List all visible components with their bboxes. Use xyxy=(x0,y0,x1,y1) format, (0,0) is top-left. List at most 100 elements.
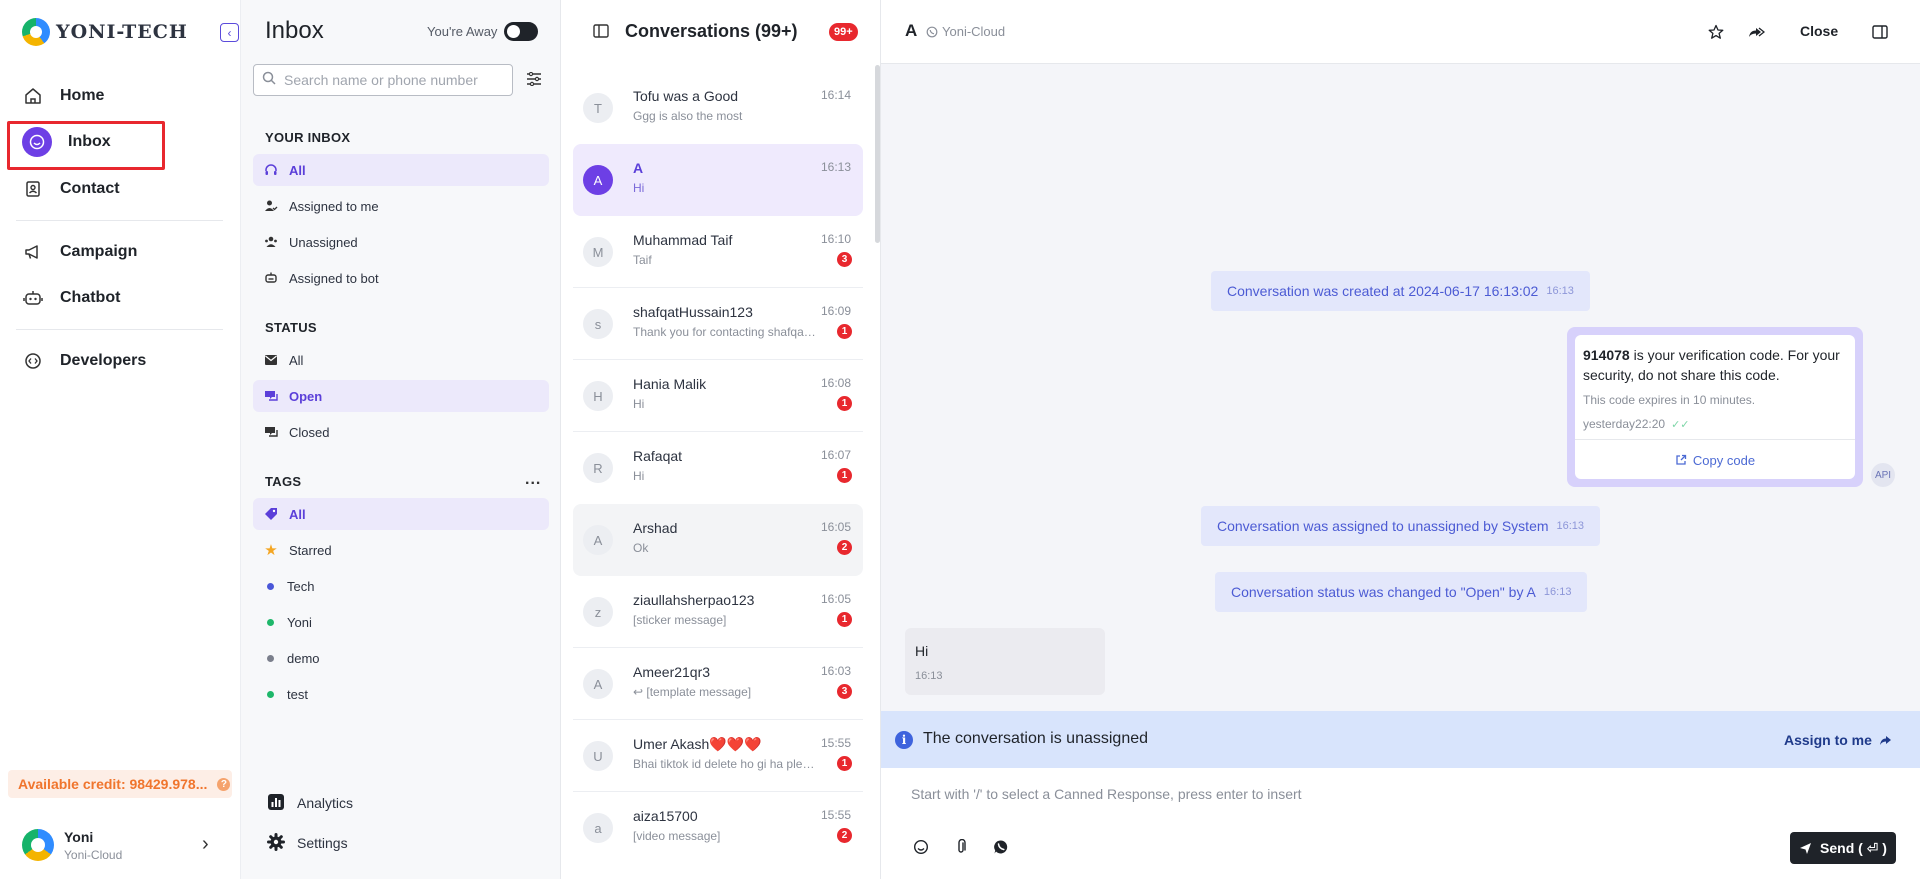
status-filter-closed[interactable]: Closed xyxy=(253,416,549,448)
brand-logo[interactable]: YONI-TECH xyxy=(22,18,188,46)
send-button[interactable]: Send ( ⏎ ) xyxy=(1790,832,1896,864)
message-thread[interactable]: Conversation was created at 2024-06-17 1… xyxy=(881,64,1920,711)
emoji-button[interactable] xyxy=(911,837,931,857)
paperclip-icon xyxy=(958,839,966,853)
forward-icon xyxy=(1749,27,1765,37)
close-conversation-button[interactable]: Close xyxy=(1800,23,1838,39)
message-time: 16:07 xyxy=(821,448,852,462)
conversations-title: Conversations (99+) xyxy=(625,21,798,41)
tag-filter-yoni[interactable]: Yoni xyxy=(253,606,549,638)
message-time: 16:08 xyxy=(821,376,852,390)
avatar: H xyxy=(583,381,613,411)
incoming-message: Hi 16:13 xyxy=(905,628,1105,695)
search-input[interactable] xyxy=(284,72,504,88)
whatsapp-template-button[interactable] xyxy=(991,837,1011,857)
send-icon xyxy=(1800,842,1812,854)
analytics-link[interactable]: Analytics xyxy=(267,791,353,815)
status-filter-open[interactable]: Open xyxy=(253,380,549,412)
channel-name: Yoni-Cloud xyxy=(942,24,1006,39)
star-button[interactable] xyxy=(1706,22,1726,42)
inbox-filter-assigned-to-me[interactable]: Assigned to me xyxy=(253,190,549,222)
nav-item-chatbot[interactable]: Chatbot xyxy=(22,280,120,316)
unread-badge: 1 xyxy=(837,612,852,627)
toggle-details-button[interactable] xyxy=(1870,22,1890,42)
conversation-row[interactable]: z ziaullahsherpao123 [sticker message] 1… xyxy=(573,576,863,648)
status-filter-all[interactable]: All xyxy=(253,344,549,376)
inbox-filter-all[interactable]: All xyxy=(253,154,549,186)
main-nav: YONI-TECH ‹ Home Inbox Contact Campaign … xyxy=(0,0,241,879)
assign-to-me-button[interactable]: Assign to me xyxy=(1784,732,1894,748)
bar-chart-icon xyxy=(267,793,285,814)
chat-contact-name: A xyxy=(905,21,918,40)
sidebar-toggle-icon[interactable] xyxy=(593,24,609,40)
collapse-nav-button[interactable]: ‹ xyxy=(220,23,239,42)
contact-name: Ameer21qr3 xyxy=(633,664,711,680)
tag-color-dot xyxy=(267,690,274,698)
tag-filter-tech[interactable]: Tech xyxy=(253,570,549,602)
message-time: 16:03 xyxy=(821,664,852,678)
message-input[interactable] xyxy=(911,786,1871,810)
nav-item-home[interactable]: Home xyxy=(22,78,104,114)
conversation-row[interactable]: H Hania Malik Hi 16:08 1 xyxy=(573,360,863,432)
headset-icon xyxy=(263,162,279,178)
message-time: 16:09 xyxy=(821,304,852,318)
inbox-highlight-box xyxy=(7,121,165,170)
avatar: a xyxy=(583,813,613,843)
tag-color-dot xyxy=(267,618,274,626)
user-profile[interactable]: Yoni Yoni-Cloud › xyxy=(22,825,222,865)
avatar: U xyxy=(583,741,613,771)
tag-color-dot xyxy=(267,654,274,662)
more-icon[interactable]: ... xyxy=(525,471,541,489)
unread-badge: 1 xyxy=(837,468,852,483)
message-text: Hi xyxy=(915,643,929,659)
filter-settings-button[interactable] xyxy=(525,70,543,88)
tag-filter-starred[interactable]: ★ Starred xyxy=(253,534,549,566)
contact-icon xyxy=(22,178,44,200)
inbox-filter-unassigned[interactable]: Unassigned xyxy=(253,226,549,258)
conversation-list-scrollbar[interactable] xyxy=(875,65,880,243)
settings-link[interactable]: Settings xyxy=(267,831,348,855)
contact-name: shafqatHussain123 xyxy=(633,304,753,320)
template-footer: This code expires in 10 minutes. xyxy=(1583,393,1756,407)
conversation-row-selected[interactable]: A A Hi 16:13 xyxy=(573,144,863,216)
nav-item-campaign[interactable]: Campaign xyxy=(22,234,137,270)
tag-filter-demo[interactable]: demo xyxy=(253,642,549,674)
message-preview: Ok xyxy=(633,541,649,555)
unread-count-badge: 99+ xyxy=(829,23,858,41)
conversation-row[interactable]: A Arshad Ok 16:05 2 xyxy=(573,504,863,576)
outgoing-template-message: 914078 is your verification code. For yo… xyxy=(1567,327,1863,487)
inbox-filter-assigned-to-bot[interactable]: Assigned to bot xyxy=(253,262,549,294)
brand-logo-icon xyxy=(22,18,50,46)
conversation-row[interactable]: M Muhammad Taif Taif 16:10 3 xyxy=(573,216,863,288)
conversation-row[interactable]: T Tofu was a Good Ggg is also the most 1… xyxy=(573,72,863,144)
filter-label: Unassigned xyxy=(289,234,358,250)
attachment-button[interactable] xyxy=(951,837,971,857)
message-composer: Send ( ⏎ ) xyxy=(881,768,1920,879)
avatar: T xyxy=(583,93,613,123)
search-icon xyxy=(262,71,276,90)
conversation-row[interactable]: A Ameer21qr3 ↩ [template message] 16:03 … xyxy=(573,648,863,720)
unread-badge: 1 xyxy=(837,324,852,339)
credit-badge[interactable]: Available credit: 98429.978... ? xyxy=(8,770,232,798)
forward-button[interactable] xyxy=(1746,22,1766,42)
conversation-list-panel: Conversations (99+) 99+ T Tofu was a Goo… xyxy=(561,0,881,879)
nav-item-developers[interactable]: Developers xyxy=(22,343,146,379)
filter-label: All xyxy=(289,352,304,368)
message-preview: Taif xyxy=(633,253,652,267)
unassigned-notice-text: The conversation is unassigned xyxy=(923,730,1149,747)
help-icon[interactable]: ? xyxy=(217,777,231,791)
verification-code[interactable]: 914078 xyxy=(1583,347,1630,363)
users-icon xyxy=(263,234,279,250)
copy-code-button[interactable]: Copy code xyxy=(1575,441,1855,479)
away-toggle[interactable] xyxy=(504,22,538,41)
home-icon xyxy=(22,85,44,107)
template-time-row: yesterday22:20 ✓✓ xyxy=(1583,417,1690,431)
conversation-row[interactable]: R Rafaqat Hi 16:07 1 xyxy=(573,432,863,504)
conversation-row[interactable]: U Umer Akash❤️❤️❤️ Bhai tiktok id delete… xyxy=(573,720,863,792)
conversation-row[interactable]: s shafqatHussain123 Thank you for contac… xyxy=(573,288,863,360)
nav-item-contact[interactable]: Contact xyxy=(22,171,120,207)
conversation-row[interactable]: a aiza15700 [video message] 15:55 2 xyxy=(573,792,863,864)
tag-filter-all[interactable]: All xyxy=(253,498,549,530)
tag-filter-test[interactable]: test xyxy=(253,678,549,710)
status-heading: STATUS xyxy=(265,320,317,335)
